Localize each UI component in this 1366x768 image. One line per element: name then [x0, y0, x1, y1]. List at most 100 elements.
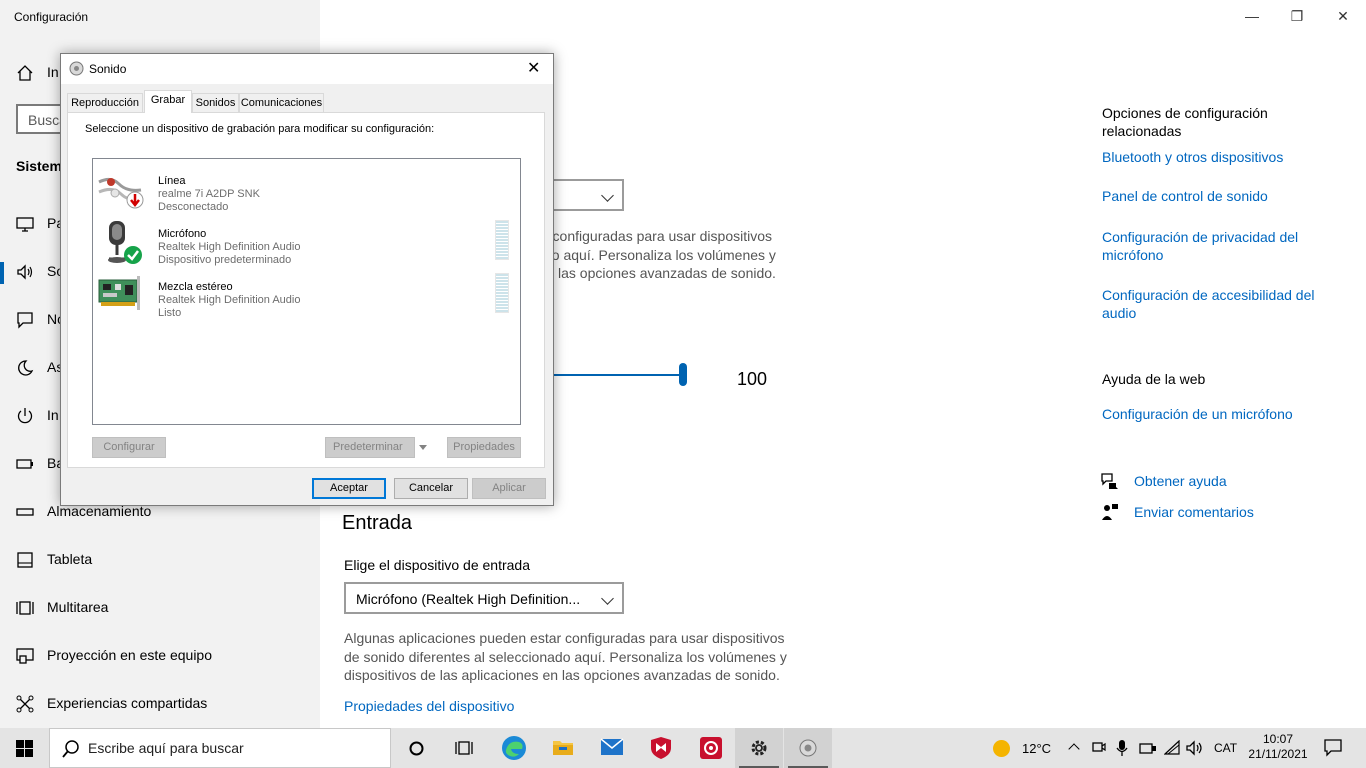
input-heading: Entrada [342, 512, 413, 534]
restore-button[interactable]: ❐ [1287, 6, 1307, 26]
taskbar-mail[interactable] [588, 728, 636, 768]
output-description: r configuradas para usar dispositivos do… [544, 227, 776, 283]
tab-recording[interactable]: Grabar [144, 90, 192, 113]
get-help-link[interactable]: Obtener ayuda [1134, 473, 1227, 489]
apply-button[interactable]: Aplicar [472, 478, 546, 499]
set-default-button[interactable]: Predeterminar [325, 437, 427, 458]
link-line: micrófono [1102, 247, 1164, 263]
taskbar-sound-dialog[interactable] [784, 728, 832, 768]
power-icon [17, 408, 33, 424]
microphone-device-icon [108, 221, 142, 264]
output-desc-line: do aquí. Personaliza los volúmenes y [544, 246, 776, 263]
sidebar-item-multitasking[interactable]: Multitarea [0, 586, 320, 630]
usb-device-icon[interactable] [1139, 741, 1157, 755]
taskbar-settings[interactable] [735, 728, 783, 768]
action-center-icon[interactable] [1324, 739, 1342, 757]
sound-dialog: Sonido ✕ Reproducción Grabar Sonidos Com… [60, 53, 554, 506]
cortana-icon [409, 741, 424, 756]
level-meter [495, 273, 509, 313]
list-item-line[interactable]: Línea realme 7i A2DP SNK Desconectado [93, 164, 520, 214]
sidebar-item-shared-experiences[interactable]: Experiencias compartidas [0, 682, 320, 726]
moon-icon [18, 360, 34, 376]
configure-button[interactable]: Configurar [92, 437, 166, 458]
line-in-cable-icon [98, 177, 144, 209]
notification-icon [17, 312, 33, 329]
audio-accessibility-link[interactable]: Configuración de accesibilidad del audio [1102, 286, 1314, 322]
list-item-stereo-mix[interactable]: Mezcla estéreo Realtek High Definition A… [93, 270, 520, 320]
dropdown-arrow-icon[interactable] [419, 445, 427, 450]
clock[interactable]: 10:07 21/11/2021 [1248, 732, 1308, 762]
device-status: Dispositivo predeterminado [158, 254, 292, 266]
sidebar-item-projection[interactable]: Proyección en este equipo [0, 634, 320, 678]
clock-time: 10:07 [1262, 732, 1294, 746]
related-heading-line: relacionadas [1102, 123, 1182, 139]
mic-privacy-link[interactable]: Configuración de privacidad del micrófon… [1102, 228, 1298, 264]
volume-icon[interactable] [1186, 740, 1204, 756]
output-desc-line: r configuradas para usar dispositivos [544, 228, 773, 244]
properties-button[interactable]: Propiedades [447, 437, 521, 458]
web-help-heading: Ayuda de la web [1102, 371, 1206, 387]
cortana-button[interactable] [392, 728, 440, 768]
taskbar-media-app[interactable] [686, 728, 734, 768]
windows-start-icon[interactable] [16, 740, 33, 757]
taskbar-file-explorer[interactable] [539, 728, 587, 768]
taskbar-search-input[interactable]: Escribe aquí para buscar [49, 728, 391, 768]
send-feedback-link[interactable]: Enviar comentarios [1134, 504, 1254, 520]
ok-button[interactable]: Aceptar [312, 478, 386, 499]
tab-playback[interactable]: Reproducción [67, 93, 143, 112]
display-icon [16, 217, 34, 232]
list-item-microphone[interactable]: Micrófono Realtek High Definition Audio … [93, 217, 520, 267]
microphone-icon[interactable] [1116, 739, 1128, 757]
sidebar-item-label: Multitarea [47, 599, 109, 615]
device-name: Línea [158, 175, 186, 187]
dialog-titlebar[interactable]: Sonido ✕ [61, 54, 553, 84]
taskbar-edge[interactable] [490, 728, 538, 768]
input-desc-line: de sonido diferentes al seleccionado aqu… [344, 648, 787, 665]
minimize-button[interactable]: — [1242, 6, 1262, 26]
storage-icon [16, 508, 34, 516]
clock-date: 21/11/2021 [1248, 747, 1308, 761]
speaker-app-icon [799, 739, 817, 757]
device-driver: Realtek High Definition Audio [158, 241, 301, 253]
close-window-button[interactable]: ✕ [1333, 6, 1353, 26]
volume-slider-thumb[interactable] [679, 363, 687, 386]
tab-communications[interactable]: Comunicaciones [239, 93, 324, 112]
recording-device-list[interactable]: Línea realme 7i A2DP SNK Desconectado Mi… [92, 158, 521, 425]
sound-control-panel-link[interactable]: Panel de control de sonido [1102, 188, 1268, 204]
search-icon [62, 740, 79, 758]
dialog-close-icon[interactable]: ✕ [527, 58, 540, 78]
home-icon [17, 65, 33, 81]
taskbar: Escribe aquí para buscar 12°C CAT 10:07 [0, 728, 1366, 768]
input-description: Algunas aplicaciones pueden estar config… [344, 629, 787, 685]
task-view-button[interactable] [440, 728, 488, 768]
cancel-button[interactable]: Cancelar [394, 478, 468, 499]
tray-chevron-up-icon[interactable] [1068, 741, 1082, 755]
device-name: Mezcla estéreo [158, 281, 233, 293]
sidebar-item-tablet[interactable]: Tableta [0, 538, 320, 582]
mcafee-shield-icon [651, 737, 671, 759]
speaker-icon [17, 264, 33, 280]
project-icon [16, 648, 34, 664]
volume-slider-track[interactable] [552, 374, 683, 376]
sidebar-item-label: Experiencias compartidas [47, 695, 208, 711]
mic-setup-link[interactable]: Configuración de un micrófono [1102, 406, 1293, 422]
folder-icon [553, 741, 573, 755]
taskbar-mcafee[interactable] [637, 728, 685, 768]
device-properties-link[interactable]: Propiedades del dispositivo [344, 698, 514, 714]
language-indicator[interactable]: CAT [1214, 741, 1237, 755]
wifi-icon[interactable] [1164, 740, 1180, 756]
chevron-down-icon [601, 592, 614, 605]
input-device-dropdown[interactable]: Micrófono (Realtek High Definition... [344, 582, 624, 614]
weather-sun-icon[interactable] [992, 739, 1011, 758]
gear-icon [751, 740, 767, 756]
temperature[interactable]: 12°C [1022, 741, 1051, 756]
chevron-shape [1068, 743, 1080, 755]
camera-mic-icon[interactable] [1092, 740, 1106, 756]
device-status: Listo [158, 307, 182, 319]
dialog-title: Sonido [89, 62, 127, 76]
tab-sounds[interactable]: Sonidos [192, 93, 239, 112]
sidebar-item-label: Tableta [47, 551, 93, 567]
link-line: Configuración de accesibilidad del [1102, 287, 1315, 303]
bluetooth-link[interactable]: Bluetooth y otros dispositivos [1102, 149, 1283, 165]
link-line: Configuración de privacidad del [1102, 229, 1299, 245]
